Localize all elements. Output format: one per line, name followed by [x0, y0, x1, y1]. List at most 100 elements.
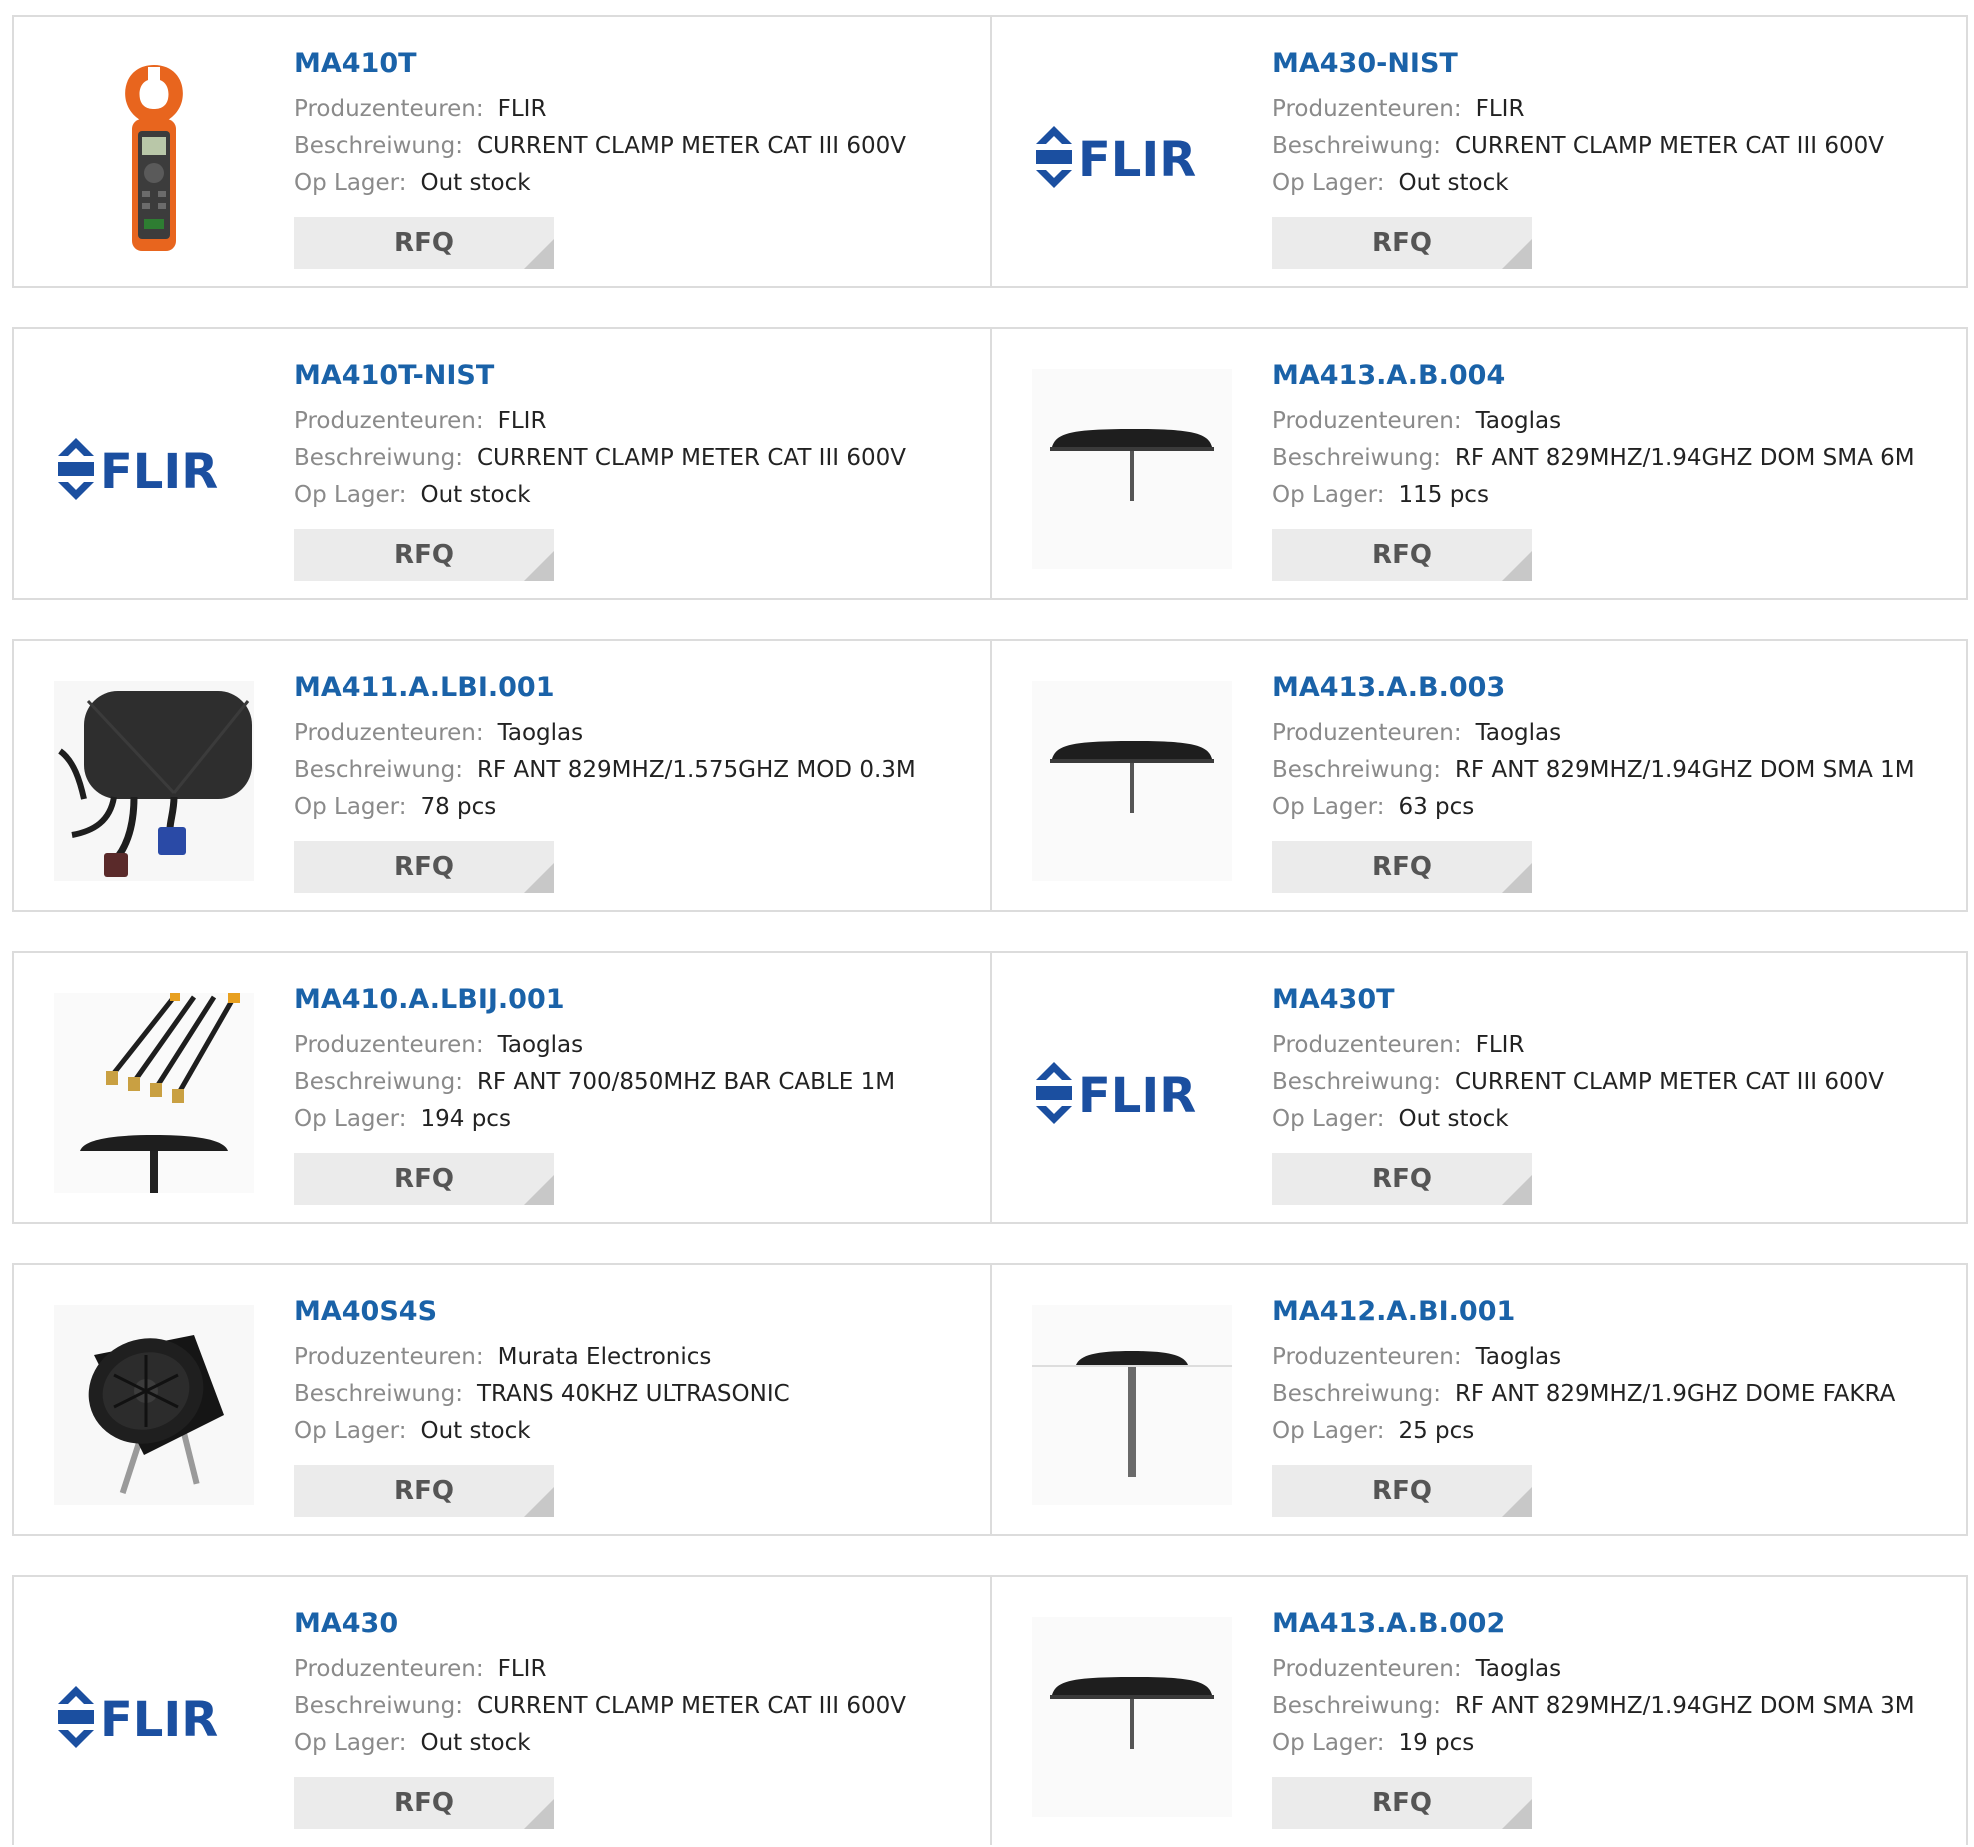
product-info: MA430-NIST Produzenteuren: FLIR Beschreiw…: [1272, 47, 1956, 202]
part-number-link[interactable]: MA411.A.LBI.001: [294, 671, 980, 705]
product-card: MA412.A.BI.001 Produzenteuren: Taoglas Be…: [990, 1265, 1966, 1534]
dome-antenna-image[interactable]: [1032, 1617, 1232, 1817]
clamp-meter-image[interactable]: [54, 57, 254, 257]
flir-logo[interactable]: FLIR: [54, 1617, 254, 1817]
flir-logo[interactable]: FLIR: [54, 369, 254, 569]
manufacturer-line: Produzenteuren: Taoglas: [1272, 715, 1956, 752]
rfq-button[interactable]: RFQ: [1272, 1153, 1532, 1205]
rfq-button[interactable]: RFQ: [1272, 1465, 1532, 1517]
part-number-link[interactable]: MA410T-NIST: [294, 359, 980, 393]
stock-line: Op Lager: Out stock: [1272, 1101, 1956, 1138]
rfq-label: RFQ: [394, 1476, 454, 1506]
corner-triangle-icon: [524, 551, 554, 581]
rfq-button[interactable]: RFQ: [294, 1777, 554, 1829]
description-line: Beschreiwung: RF ANT 829MHZ/1.94GHZ DOM S…: [1272, 440, 1956, 477]
stock-value: Out stock: [420, 482, 531, 508]
rfq-button[interactable]: RFQ: [294, 529, 554, 581]
description-label: Beschreiwung:: [1272, 1693, 1441, 1719]
part-number-link[interactable]: MA40S4S: [294, 1295, 980, 1329]
stock-value: Out stock: [1398, 170, 1509, 196]
stock-line: Op Lager: Out stock: [294, 1413, 980, 1450]
manufacturer-value: Taoglas: [1475, 720, 1562, 746]
product-info: MA413.A.B.004 Produzenteuren: Taoglas Bes…: [1272, 359, 1956, 514]
rfq-button[interactable]: RFQ: [1272, 1777, 1532, 1829]
part-number-link[interactable]: MA430: [294, 1607, 980, 1641]
description-label: Beschreiwung:: [294, 1693, 463, 1719]
description-line: Beschreiwung: RF ANT 829MHZ/1.575GHZ MOD …: [294, 752, 980, 789]
part-number-link[interactable]: MA413.A.B.004: [1272, 359, 1956, 393]
flir-logo[interactable]: FLIR: [1032, 993, 1232, 1193]
manufacturer-line: Produzenteuren: FLIR: [294, 1651, 980, 1688]
rfq-label: RFQ: [394, 228, 454, 258]
rfq-button[interactable]: RFQ: [294, 1465, 554, 1517]
part-number-link[interactable]: MA412.A.BI.001: [1272, 1295, 1956, 1329]
ultrasonic-sensor-image[interactable]: [54, 1305, 254, 1505]
part-number-link[interactable]: MA430T: [1272, 983, 1956, 1017]
description-value: CURRENT CLAMP METER CAT III 600V: [476, 445, 906, 471]
stock-label: Op Lager:: [294, 794, 407, 820]
description-value: RF ANT 829MHZ/1.575GHZ MOD 0.3M: [476, 757, 916, 783]
manufacturer-line: Produzenteuren: Taoglas: [1272, 403, 1956, 440]
rfq-button[interactable]: RFQ: [294, 217, 554, 269]
manufacturer-label: Produzenteuren:: [294, 1032, 484, 1058]
rfq-button[interactable]: RFQ: [1272, 841, 1532, 893]
part-number-link[interactable]: MA413.A.B.002: [1272, 1607, 1956, 1641]
manufacturer-value: FLIR: [497, 1656, 547, 1682]
flir-logo-text: FLIR: [1078, 1068, 1196, 1124]
manufacturer-label: Produzenteuren:: [1272, 96, 1462, 122]
stock-value: 63 pcs: [1398, 794, 1475, 820]
rfq-label: RFQ: [1372, 228, 1432, 258]
description-line: Beschreiwung: RF ANT 829MHZ/1.9GHZ DOME F…: [1272, 1376, 1956, 1413]
rfq-button[interactable]: RFQ: [1272, 529, 1532, 581]
description-value: TRANS 40KHZ ULTRASONIC: [476, 1381, 790, 1407]
manufacturer-value: FLIR: [1475, 1032, 1525, 1058]
stock-label: Op Lager:: [294, 170, 407, 196]
stock-value: Out stock: [420, 1418, 531, 1444]
corner-triangle-icon: [1502, 551, 1532, 581]
description-value: CURRENT CLAMP METER CAT III 600V: [1454, 133, 1884, 159]
product-info: MA430 Produzenteuren: FLIR Beschreiwung: C…: [294, 1607, 980, 1762]
description-value: CURRENT CLAMP METER CAT III 600V: [476, 133, 906, 159]
rfq-button[interactable]: RFQ: [294, 841, 554, 893]
rfq-label: RFQ: [1372, 1788, 1432, 1818]
manufacturer-value: FLIR: [497, 408, 547, 434]
dome-antenna-image[interactable]: [1032, 369, 1232, 569]
part-number-link[interactable]: MA410.A.LBIJ.001: [294, 983, 980, 1017]
description-value: CURRENT CLAMP METER CAT III 600V: [1454, 1069, 1884, 1095]
manufacturer-line: Produzenteuren: Taoglas: [294, 1027, 980, 1064]
rfq-button[interactable]: RFQ: [1272, 217, 1532, 269]
rfq-label: RFQ: [1372, 852, 1432, 882]
product-card: MA40S4S Produzenteuren: Murata Electronic…: [14, 1265, 990, 1534]
rfq-label: RFQ: [394, 1164, 454, 1194]
product-grid: MA410T Produzenteuren: FLIR Beschreiwung:…: [12, 15, 1968, 1845]
dome-antenna-image[interactable]: [1032, 681, 1232, 881]
part-number-link[interactable]: MA430-NIST: [1272, 47, 1956, 81]
manufacturer-label: Produzenteuren:: [294, 1656, 484, 1682]
corner-triangle-icon: [1502, 1487, 1532, 1517]
stock-label: Op Lager:: [294, 1730, 407, 1756]
product-card: MA411.A.LBI.001 Produzenteuren: Taoglas B…: [14, 641, 990, 910]
part-number-link[interactable]: MA413.A.B.003: [1272, 671, 1956, 705]
manufacturer-value: FLIR: [497, 96, 547, 122]
product-info: MA410T-NIST Produzenteuren: FLIR Beschrei…: [294, 359, 980, 514]
manufacturer-value: Taoglas: [1475, 1656, 1562, 1682]
rfq-label: RFQ: [1372, 1164, 1432, 1194]
description-label: Beschreiwung:: [1272, 445, 1441, 471]
manufacturer-label: Produzenteuren:: [1272, 408, 1462, 434]
panel-antenna-image[interactable]: [54, 681, 254, 881]
t-antenna-image[interactable]: [1032, 1305, 1232, 1505]
manufacturer-value: Taoglas: [497, 720, 584, 746]
description-line: Beschreiwung: CURRENT CLAMP METER CAT III…: [1272, 1064, 1956, 1101]
corner-triangle-icon: [524, 1799, 554, 1829]
cable-antenna-image[interactable]: [54, 993, 254, 1193]
stock-label: Op Lager:: [1272, 1106, 1385, 1132]
manufacturer-value: Taoglas: [497, 1032, 584, 1058]
part-number-link[interactable]: MA410T: [294, 47, 980, 81]
description-label: Beschreiwung:: [1272, 133, 1441, 159]
description-line: Beschreiwung: CURRENT CLAMP METER CAT III…: [294, 128, 980, 165]
rfq-button[interactable]: RFQ: [294, 1153, 554, 1205]
corner-triangle-icon: [524, 863, 554, 893]
flir-logo[interactable]: FLIR: [1032, 57, 1232, 257]
description-line: Beschreiwung: RF ANT 700/850MHZ BAR CABLE…: [294, 1064, 980, 1101]
stock-label: Op Lager:: [1272, 1418, 1385, 1444]
